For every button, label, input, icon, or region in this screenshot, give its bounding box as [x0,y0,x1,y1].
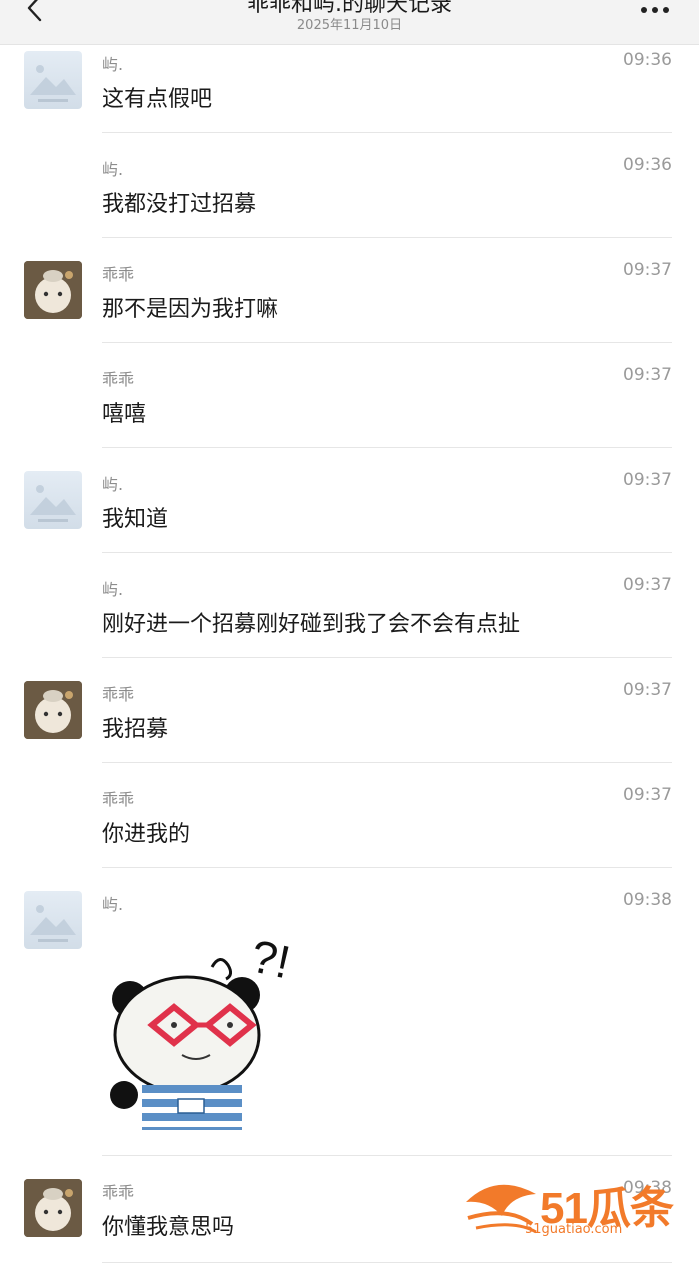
sender-name: 屿. [102,160,124,179]
message-text: 这有点假吧 [102,87,213,112]
avatar-photo-icon [24,1179,82,1237]
avatar-user[interactable] [24,1179,82,1237]
chat-message[interactable]: 屿. 09:37 我知道 [0,465,699,552]
message-text: 那不是因为我打嘛 [102,297,279,322]
divider [102,762,672,763]
divider [102,132,672,133]
image-placeholder-icon [30,485,76,522]
avatar-user[interactable] [24,681,82,739]
message-text: 我都没打过招募 [102,192,257,217]
watermark-url: 51guatiao.com [525,1222,623,1237]
avatar-photo-icon [24,261,82,319]
message-time: 09:37 [623,575,672,595]
message-time: 09:36 [623,50,672,70]
avatar-default[interactable] [24,51,82,109]
chat-message[interactable]: 屿. 09:36 我都没打过招募 [0,150,699,237]
divider [102,657,672,658]
sender-name: 屿. [102,55,124,74]
sender-name: 乖乖 [102,370,135,389]
message-time: 09:38 [623,890,672,910]
avatar-user[interactable] [24,261,82,319]
sender-name: 屿. [102,475,124,494]
image-placeholder-icon [30,905,76,942]
divider [102,552,672,553]
divider [102,447,672,448]
sender-name: 乖乖 [102,790,135,809]
panda-sticker-image[interactable]: ?! [102,915,332,1130]
message-time: 09:37 [623,680,672,700]
message-time: 09:37 [623,785,672,805]
avatar-default[interactable] [24,891,82,949]
divider [102,1262,672,1263]
page-subtitle-date: 2025年11月10日 [296,18,403,33]
message-text: 你进我的 [102,822,191,847]
message-time: 09:36 [623,155,672,175]
divider [102,237,672,238]
image-placeholder-icon [30,65,76,102]
chat-message[interactable]: 乖乖 09:37 你进我的 [0,780,699,867]
chat-message[interactable]: 屿. 09:37 刚好进一个招募刚好碰到我了会不会有点扯 [0,570,699,657]
chat-header: 乖乖和屿.的聊天记录 2025年11月10日 [0,0,699,45]
chat-message[interactable]: 乖乖 09:37 那不是因为我打嘛 [0,255,699,342]
message-text: 我知道 [102,507,169,532]
sender-name: 乖乖 [102,685,135,704]
chat-message[interactable]: 乖乖 09:37 嘻嘻 [0,360,699,447]
divider [102,867,672,868]
divider [102,342,672,343]
message-text: 刚好进一个招募刚好碰到我了会不会有点扯 [102,612,521,637]
avatar-default[interactable] [24,471,82,529]
message-time: 09:37 [623,365,672,385]
message-time: 09:37 [623,260,672,280]
chat-message[interactable]: 乖乖 09:37 我招募 [0,675,699,762]
divider [102,1155,672,1156]
message-text: 我招募 [102,717,169,742]
message-text: 嘻嘻 [102,402,147,427]
chat-message[interactable]: 屿. 09:36 这有点假吧 [0,45,699,132]
sender-name: 屿. [102,580,124,599]
sender-name: 乖乖 [102,1183,135,1202]
message-time: 09:37 [623,470,672,490]
sender-name: 乖乖 [102,265,135,284]
more-dots-icon[interactable] [639,4,673,16]
avatar-photo-icon [24,681,82,739]
message-text: 你懂我意思吗 [102,1215,235,1240]
sender-name: 屿. [102,895,124,914]
